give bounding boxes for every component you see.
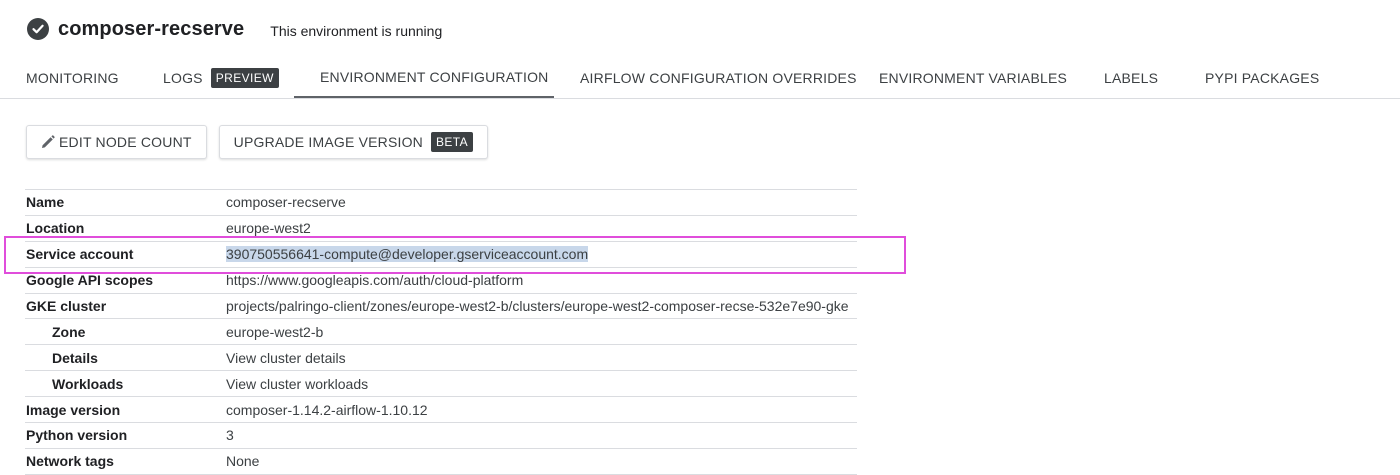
tab-label: PYPI PACKAGES: [1205, 70, 1320, 86]
detail-label: Python version: [26, 427, 128, 444]
detail-row-workloads: Workloads View cluster workloads: [25, 371, 857, 398]
tab-pypi-packages[interactable]: PYPI PACKAGES: [1205, 58, 1319, 98]
detail-row-image-version: Image version composer-1.14.2-airflow-1.…: [25, 397, 857, 424]
tab-label: LABELS: [1104, 70, 1159, 86]
detail-value: None: [226, 453, 260, 470]
tab-label: LOGS: [163, 70, 203, 86]
detail-label: Network tags: [26, 453, 114, 470]
detail-label: Details: [52, 349, 98, 366]
environment-status-text: This environment is running: [270, 23, 443, 39]
detail-value: composer-recserve: [226, 194, 346, 211]
service-account-value: 390750556641-compute@developer.gservicea…: [226, 246, 589, 263]
edit-node-count-button[interactable]: EDIT NODE COUNT: [26, 125, 207, 159]
environment-name: composer-recserve: [58, 17, 245, 40]
detail-label: Image version: [26, 401, 121, 418]
detail-value: 3: [226, 427, 234, 444]
detail-value: composer-1.14.2-airflow-1.10.12: [226, 401, 428, 418]
tab-monitoring[interactable]: MONITORING: [26, 58, 119, 98]
tab-environment-configuration[interactable]: ENVIRONMENT CONFIGURATION: [294, 58, 554, 98]
detail-row-cluster-details: Details View cluster details: [25, 345, 857, 372]
view-cluster-workloads-link[interactable]: View cluster workloads: [226, 376, 368, 392]
check-circle-icon: [27, 18, 49, 40]
detail-row-gke-cluster: GKE cluster projects/palringo-client/zon…: [25, 294, 857, 320]
detail-label: GKE cluster: [26, 298, 107, 314]
detail-row-location: Location europe-west2: [25, 216, 857, 242]
detail-label: Location: [26, 220, 85, 237]
detail-value: projects/palringo-client/zones/europe-we…: [226, 298, 849, 314]
environment-header: composer-recserve This environment is ru…: [27, 14, 442, 44]
tab-airflow-configuration-overrides[interactable]: AIRFLOW CONFIGURATION OVERRIDES: [580, 58, 857, 98]
detail-value: europe-west2-b: [226, 323, 324, 340]
tab-label: AIRFLOW CONFIGURATION OVERRIDES: [580, 70, 857, 86]
tab-label: MONITORING: [26, 70, 119, 86]
upgrade-image-version-button[interactable]: UPGRADE IMAGE VERSION BETA: [218, 125, 489, 159]
detail-row-python-version: Python version 3: [25, 423, 857, 449]
edit-node-count-label: EDIT NODE COUNT: [59, 134, 192, 150]
detail-row-service-account: Service account 390750556641-compute@dev…: [25, 242, 857, 268]
detail-row-zone: Zone europe-west2-b: [25, 319, 857, 346]
beta-badge: BETA: [431, 132, 474, 152]
detail-label: Google API scopes: [26, 272, 154, 289]
view-cluster-details-link[interactable]: View cluster details: [226, 350, 346, 366]
detail-value: europe-west2: [226, 220, 311, 237]
detail-row-name: Name composer-recserve: [25, 190, 857, 216]
tab-label: ENVIRONMENT CONFIGURATION: [320, 69, 549, 85]
action-bar: EDIT NODE COUNT UPGRADE IMAGE VERSION BE…: [26, 125, 489, 159]
environment-details-table: Name composer-recserve Location europe-w…: [25, 189, 857, 475]
detail-row-api-scopes: Google API scopes https://www.googleapis…: [25, 268, 857, 294]
detail-label: Service account: [26, 246, 134, 263]
tab-label: ENVIRONMENT VARIABLES: [879, 70, 1068, 86]
pencil-icon: [41, 135, 55, 149]
tab-labels[interactable]: LABELS: [1104, 58, 1158, 98]
upgrade-image-version-label: UPGRADE IMAGE VERSION: [233, 134, 423, 150]
tab-environment-variables[interactable]: ENVIRONMENT VARIABLES: [879, 58, 1067, 98]
tab-bar: MONITORING LOGS PREVIEW ENVIRONMENT CONF…: [0, 58, 1400, 99]
detail-label: Name: [26, 194, 65, 211]
detail-label: Workloads: [52, 375, 124, 392]
detail-label: Zone: [52, 323, 86, 340]
detail-value: https://www.googleapis.com/auth/cloud-pl…: [226, 272, 524, 289]
preview-badge: PREVIEW: [210, 68, 279, 88]
tab-logs[interactable]: LOGS PREVIEW: [163, 58, 279, 98]
